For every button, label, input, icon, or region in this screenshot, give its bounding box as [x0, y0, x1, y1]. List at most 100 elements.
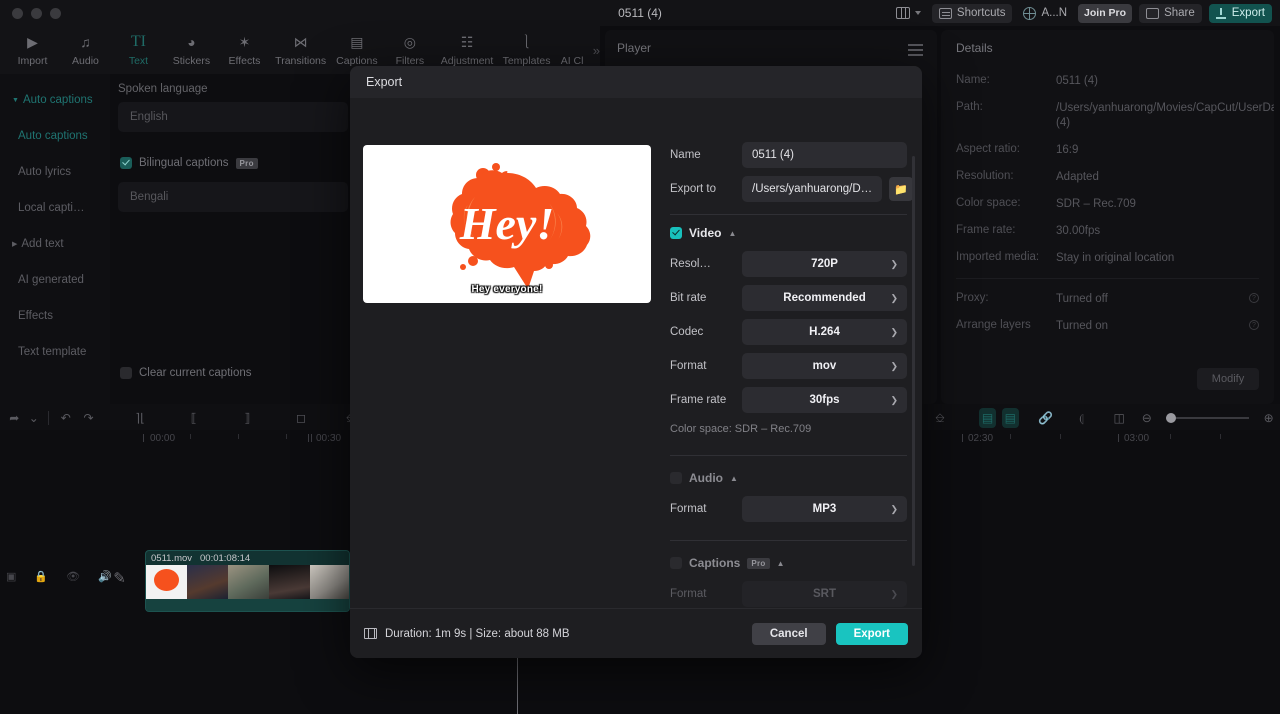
resolution-label: Resol…: [670, 258, 711, 270]
details-row-color-space: Color space: SDR – Rec.709: [941, 197, 1274, 212]
shortcuts-button[interactable]: Shortcuts: [931, 3, 1013, 23]
split-icon[interactable]: ⌉⌊: [132, 408, 149, 428]
audio-format-select[interactable]: MP3 ❯: [742, 496, 907, 522]
timeline-clip[interactable]: 0511.mov 00:01:08:14: [145, 550, 350, 612]
window-traffic-lights[interactable]: [12, 7, 61, 19]
form-divider: [670, 540, 907, 541]
minimize-window-button[interactable]: [31, 7, 42, 19]
name-input[interactable]: 0511 (4): [742, 142, 907, 168]
sidebar-item-ai-generated[interactable]: AI generated: [8, 262, 102, 298]
zoom-out-icon[interactable]: ⊖: [1138, 408, 1155, 428]
details-key: Path:: [956, 101, 983, 113]
framerate-select[interactable]: 30fps ❯: [742, 387, 907, 413]
undo-icon[interactable]: ↶: [58, 408, 75, 428]
modify-button[interactable]: Modify: [1197, 368, 1259, 390]
delete-icon[interactable]: ◻: [293, 408, 310, 428]
bilingual-captions-checkbox[interactable]: Bilingual captions Pro: [120, 157, 258, 169]
adjustment-icon: ☷: [460, 33, 474, 50]
help-icon[interactable]: ?: [1249, 320, 1259, 330]
format-select[interactable]: mov ❯: [742, 353, 907, 379]
details-value: 0511 (4): [1056, 75, 1098, 87]
zoom-slider[interactable]: [1166, 413, 1250, 423]
toolbar-item-audio[interactable]: ♫ Audio: [59, 27, 112, 73]
sidebar-item-text-template[interactable]: Text template: [8, 334, 102, 370]
toolbar-item-transitions[interactable]: ⋈ Transitions: [271, 27, 330, 73]
sidebar-item-add-text-group[interactable]: ▶ Add text: [8, 226, 102, 262]
sidebar-item-local-captions[interactable]: Local capti…: [8, 190, 102, 226]
export-button-titlebar[interactable]: Export: [1208, 3, 1272, 23]
redo-icon[interactable]: ↷: [80, 408, 97, 428]
video-section-header[interactable]: Video ▲: [670, 219, 907, 247]
resolution-select[interactable]: 720P ❯: [742, 251, 907, 277]
audio-section-header[interactable]: Audio ▲: [670, 464, 907, 492]
chevron-up-icon[interactable]: ▲: [777, 559, 785, 568]
eye-icon[interactable]: 👁: [66, 570, 80, 583]
chevron-down-icon[interactable]: ⌄: [29, 408, 39, 428]
ruler-label: 03:00: [1124, 433, 1150, 444]
toolbar-item-stickers[interactable]: ◕ Stickers: [165, 27, 218, 73]
sidebar-item-auto-captions-group[interactable]: ▼ Auto captions: [8, 82, 102, 118]
toolbar-item-import[interactable]: ▶ Import: [6, 27, 59, 73]
checkbox-icon[interactable]: [670, 472, 682, 484]
export-label: Export: [1231, 7, 1265, 19]
checkbox-icon[interactable]: [670, 557, 682, 569]
unlink-icon[interactable]: ⦇: [1073, 408, 1090, 428]
bilingual-captions-label: Bilingual captions: [139, 157, 229, 169]
select-tool-icon[interactable]: ➦: [6, 408, 23, 428]
video-section-label: Video: [689, 226, 722, 240]
details-value: /Users/yanhuarong/Movies/CapCut/UserData…: [1056, 102, 1274, 129]
layout-icon: [895, 7, 910, 19]
templates-icon: ⎱: [519, 34, 534, 50]
crop-icon[interactable]: ⎒: [932, 408, 949, 428]
chevron-up-icon[interactable]: ▲: [728, 229, 736, 238]
spoken-language-select[interactable]: English: [118, 102, 348, 132]
share-button[interactable]: Share: [1139, 3, 1202, 23]
auto-snap-icon[interactable]: ▤: [1001, 408, 1019, 428]
folder-icon[interactable]: 📁: [889, 177, 914, 201]
snap-to-left-icon[interactable]: ▤: [979, 408, 996, 428]
edit-clip-icon[interactable]: ✎: [104, 562, 135, 593]
resolution-row: Resol… 720P ❯: [670, 247, 907, 281]
clip-thumbnail: [187, 565, 228, 599]
dialog-scrollbar[interactable]: [912, 156, 915, 566]
captions-format-select[interactable]: SRT ❯: [742, 581, 907, 607]
link-icon[interactable]: 🔗: [1038, 408, 1055, 428]
trim-right-icon[interactable]: ⟧: [239, 408, 256, 428]
layout-switch-button[interactable]: [892, 4, 925, 23]
globe-icon: [1023, 6, 1037, 20]
preview-icon[interactable]: ◫: [1111, 408, 1128, 428]
zoom-slider-knob[interactable]: [1166, 413, 1177, 423]
export-path-input[interactable]: /Users/yanhuarong/D…: [742, 176, 883, 202]
zoom-in-icon[interactable]: ⊕: [1260, 408, 1277, 428]
sidebar-item-effects[interactable]: Effects: [8, 298, 102, 334]
bilingual-language-select[interactable]: Bengali: [118, 182, 348, 212]
help-icon[interactable]: ?: [1249, 293, 1259, 303]
export-confirm-button[interactable]: Export: [835, 622, 908, 645]
pro-badge: Pro: [235, 157, 258, 169]
cancel-button[interactable]: Cancel: [751, 622, 826, 645]
toolbar-label: Audio: [72, 55, 99, 67]
toolbar-more-button[interactable]: »: [593, 43, 600, 58]
close-window-button[interactable]: [12, 7, 23, 19]
account-button[interactable]: A...N: [1019, 4, 1071, 23]
bitrate-select[interactable]: Recommended ❯: [742, 285, 907, 311]
toolbar-item-effects[interactable]: ✶ Effects: [218, 27, 271, 73]
toolbar-item-text[interactable]: TI Text: [112, 27, 165, 73]
trim-left-icon[interactable]: ⟦: [185, 408, 202, 428]
maximize-window-button[interactable]: [50, 7, 61, 19]
captions-section-header[interactable]: Captions Pro ▲: [670, 549, 907, 577]
join-pro-button[interactable]: Join Pro: [1078, 3, 1133, 23]
lock-icon[interactable]: 🔒: [34, 570, 48, 583]
title-bar: 0511 (4) Shortcuts A...N Join Pro Share: [0, 0, 1280, 26]
codec-select[interactable]: H.264 ❯: [742, 319, 907, 345]
audio-format-value: MP3: [812, 503, 837, 515]
sidebar-item-auto-captions[interactable]: Auto captions: [8, 118, 102, 154]
track-preview-icon[interactable]: ▣: [6, 570, 16, 583]
export-dialog-title: Export: [350, 66, 922, 98]
sidebar-item-auto-lyrics[interactable]: Auto lyrics: [8, 154, 102, 190]
checkbox-icon[interactable]: [670, 227, 682, 239]
chevron-up-icon[interactable]: ▲: [730, 474, 738, 483]
player-menu-icon[interactable]: [908, 44, 923, 59]
export-dialog-body: Hey! Hey everyone! Name 0511 (4) Export …: [350, 98, 922, 608]
clear-current-captions-checkbox[interactable]: Clear current captions: [120, 367, 252, 379]
